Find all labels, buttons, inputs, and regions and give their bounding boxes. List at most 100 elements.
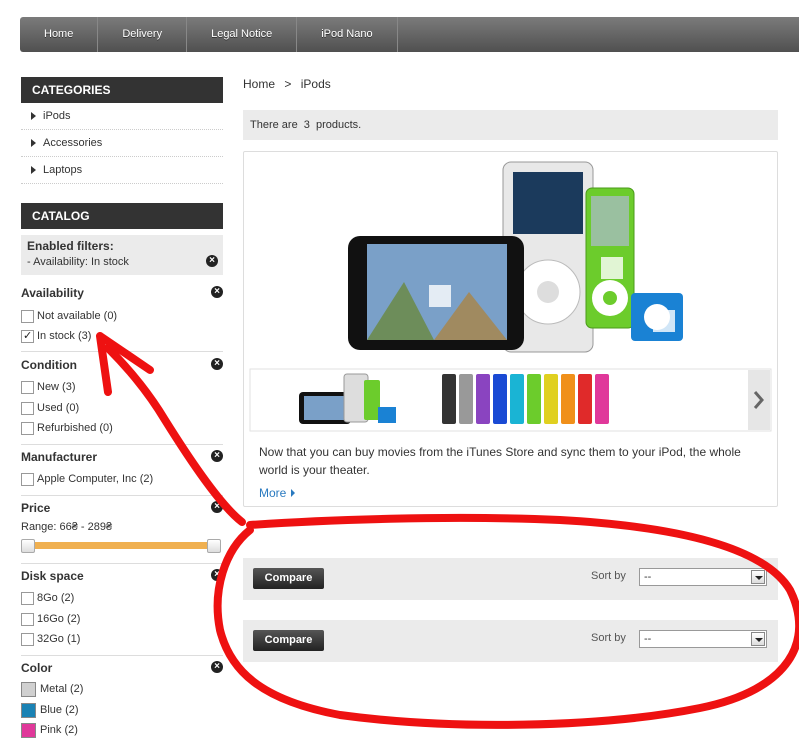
- chevron-down-icon[interactable]: [751, 570, 765, 584]
- metal-swatch[interactable]: [21, 681, 36, 697]
- breadcrumb: Home > iPods: [243, 77, 331, 91]
- clear-condition-icon[interactable]: ×: [211, 358, 223, 370]
- clear-disk-space-icon[interactable]: ×: [211, 569, 223, 581]
- sort-by-select[interactable]: --: [639, 568, 767, 586]
- option-label: 16Go (2): [37, 613, 81, 625]
- chevron-right-icon: [31, 112, 36, 120]
- nav-legal-notice[interactable]: Legal Notice: [187, 17, 298, 52]
- option-label: In stock (3): [37, 330, 92, 342]
- filter-apple[interactable]: Apple Computer, Inc (2): [21, 472, 153, 486]
- checkbox[interactable]: [21, 309, 34, 323]
- checkbox[interactable]: [21, 380, 34, 394]
- price-slider-max-handle[interactable]: [207, 539, 221, 553]
- catalog-title: CATALOG: [21, 203, 223, 229]
- disk-space-title: Disk space: [21, 569, 84, 583]
- option-label: Not available (0): [37, 310, 118, 322]
- option-label: 32Go (1): [37, 633, 81, 645]
- filter-in-stock[interactable]: In stock (3): [21, 329, 91, 343]
- chevron-right-icon: [31, 139, 36, 147]
- divider: [21, 563, 223, 564]
- filter-8go[interactable]: 8Go (2): [21, 591, 74, 605]
- sort-by-select[interactable]: --: [639, 630, 767, 648]
- option-label: Apple Computer, Inc (2): [37, 473, 154, 485]
- filter-pink[interactable]: Pink (2): [21, 722, 78, 738]
- filter-refurbished[interactable]: Refurbished (0): [21, 421, 113, 435]
- category-label: iPods: [43, 110, 71, 122]
- count-prefix: There are: [250, 119, 298, 131]
- category-ipods[interactable]: iPods: [21, 103, 223, 130]
- filter-new[interactable]: New (3): [21, 380, 76, 394]
- filter-16go[interactable]: 16Go (2): [21, 612, 80, 626]
- filter-metal[interactable]: Metal (2): [21, 681, 84, 697]
- availability-title: Availability: [21, 286, 84, 300]
- category-label: Laptops: [43, 164, 83, 176]
- sort-bar-bottom: Compare Sort by --: [243, 620, 778, 662]
- option-label: New (3): [37, 381, 76, 393]
- sort-bar-top: Compare Sort by --: [243, 558, 778, 600]
- clear-price-icon[interactable]: ×: [211, 501, 223, 513]
- breadcrumb-home[interactable]: Home: [243, 77, 275, 91]
- checkbox[interactable]: [21, 612, 34, 626]
- chevron-right-icon: [31, 166, 36, 174]
- condition-title: Condition: [21, 358, 77, 372]
- more-link[interactable]: More: [259, 486, 295, 500]
- divider: [21, 495, 223, 496]
- color-title: Color: [21, 661, 53, 675]
- checkbox[interactable]: [21, 591, 34, 605]
- compare-button[interactable]: Compare: [253, 568, 324, 589]
- compare-button[interactable]: Compare: [253, 630, 324, 651]
- pink-swatch[interactable]: [21, 722, 36, 738]
- checkbox[interactable]: [21, 401, 34, 415]
- checkbox[interactable]: [21, 421, 34, 435]
- option-label: Refurbished (0): [37, 422, 113, 434]
- filter-32go[interactable]: 32Go (1): [21, 632, 80, 646]
- breadcrumb-current: iPods: [300, 77, 331, 91]
- price-slider-min-handle[interactable]: [21, 539, 35, 553]
- option-label: Used (0): [37, 402, 80, 414]
- checkbox[interactable]: [21, 632, 34, 646]
- enabled-filters-box: Enabled filters: - Availability: In stoc…: [21, 235, 223, 275]
- count-suffix: products.: [315, 119, 362, 131]
- divider: [21, 351, 223, 352]
- category-accessories[interactable]: Accessories: [21, 130, 223, 157]
- nav-delivery[interactable]: Delivery: [98, 17, 188, 52]
- sort-selected-value: --: [644, 571, 652, 583]
- clear-manufacturer-icon[interactable]: ×: [211, 450, 223, 462]
- price-title: Price: [21, 501, 51, 515]
- price-slider-track: [27, 542, 215, 549]
- price-slider[interactable]: [21, 539, 221, 553]
- nav-home[interactable]: Home: [20, 17, 99, 52]
- clear-color-icon[interactable]: ×: [211, 661, 223, 673]
- checkbox[interactable]: [21, 472, 34, 486]
- divider: [21, 655, 223, 656]
- manufacturer-title: Manufacturer: [21, 450, 98, 464]
- category-laptops[interactable]: Laptops: [21, 157, 223, 184]
- filter-blue[interactable]: Blue (2): [21, 702, 79, 718]
- count-number: 3: [303, 119, 310, 131]
- option-label: 8Go (2): [37, 592, 75, 604]
- remove-filter-icon[interactable]: ×: [206, 255, 218, 267]
- checkbox-checked[interactable]: [21, 329, 34, 343]
- option-label: Pink (2): [40, 724, 78, 736]
- product-count-bar: There are 3 products.: [243, 110, 778, 140]
- category-label: Accessories: [43, 137, 103, 149]
- price-range: Range: 66₴ - 289₴: [21, 521, 113, 533]
- enabled-filter-value: - Availability: In stock: [27, 256, 129, 268]
- clear-availability-icon[interactable]: ×: [211, 286, 223, 298]
- filter-not-available[interactable]: Not available (0): [21, 309, 117, 323]
- option-label: Blue (2): [40, 704, 79, 716]
- chevron-down-icon[interactable]: [751, 632, 765, 646]
- sort-by-label: Sort by: [591, 632, 626, 644]
- option-label: Metal (2): [40, 683, 84, 695]
- blue-swatch[interactable]: [21, 702, 36, 718]
- category-description: Now that you can buy movies from the iTu…: [259, 445, 741, 477]
- sort-by-label: Sort by: [591, 570, 626, 582]
- categories-title: CATEGORIES: [21, 77, 223, 103]
- nav-ipod-nano[interactable]: iPod Nano: [297, 17, 398, 52]
- enabled-filters-title: Enabled filters:: [27, 239, 114, 253]
- filter-used[interactable]: Used (0): [21, 401, 79, 415]
- sort-selected-value: --: [644, 633, 652, 645]
- top-navigation: Home Delivery Legal Notice iPod Nano: [20, 17, 799, 52]
- divider: [21, 444, 223, 445]
- breadcrumb-separator: >: [284, 77, 292, 91]
